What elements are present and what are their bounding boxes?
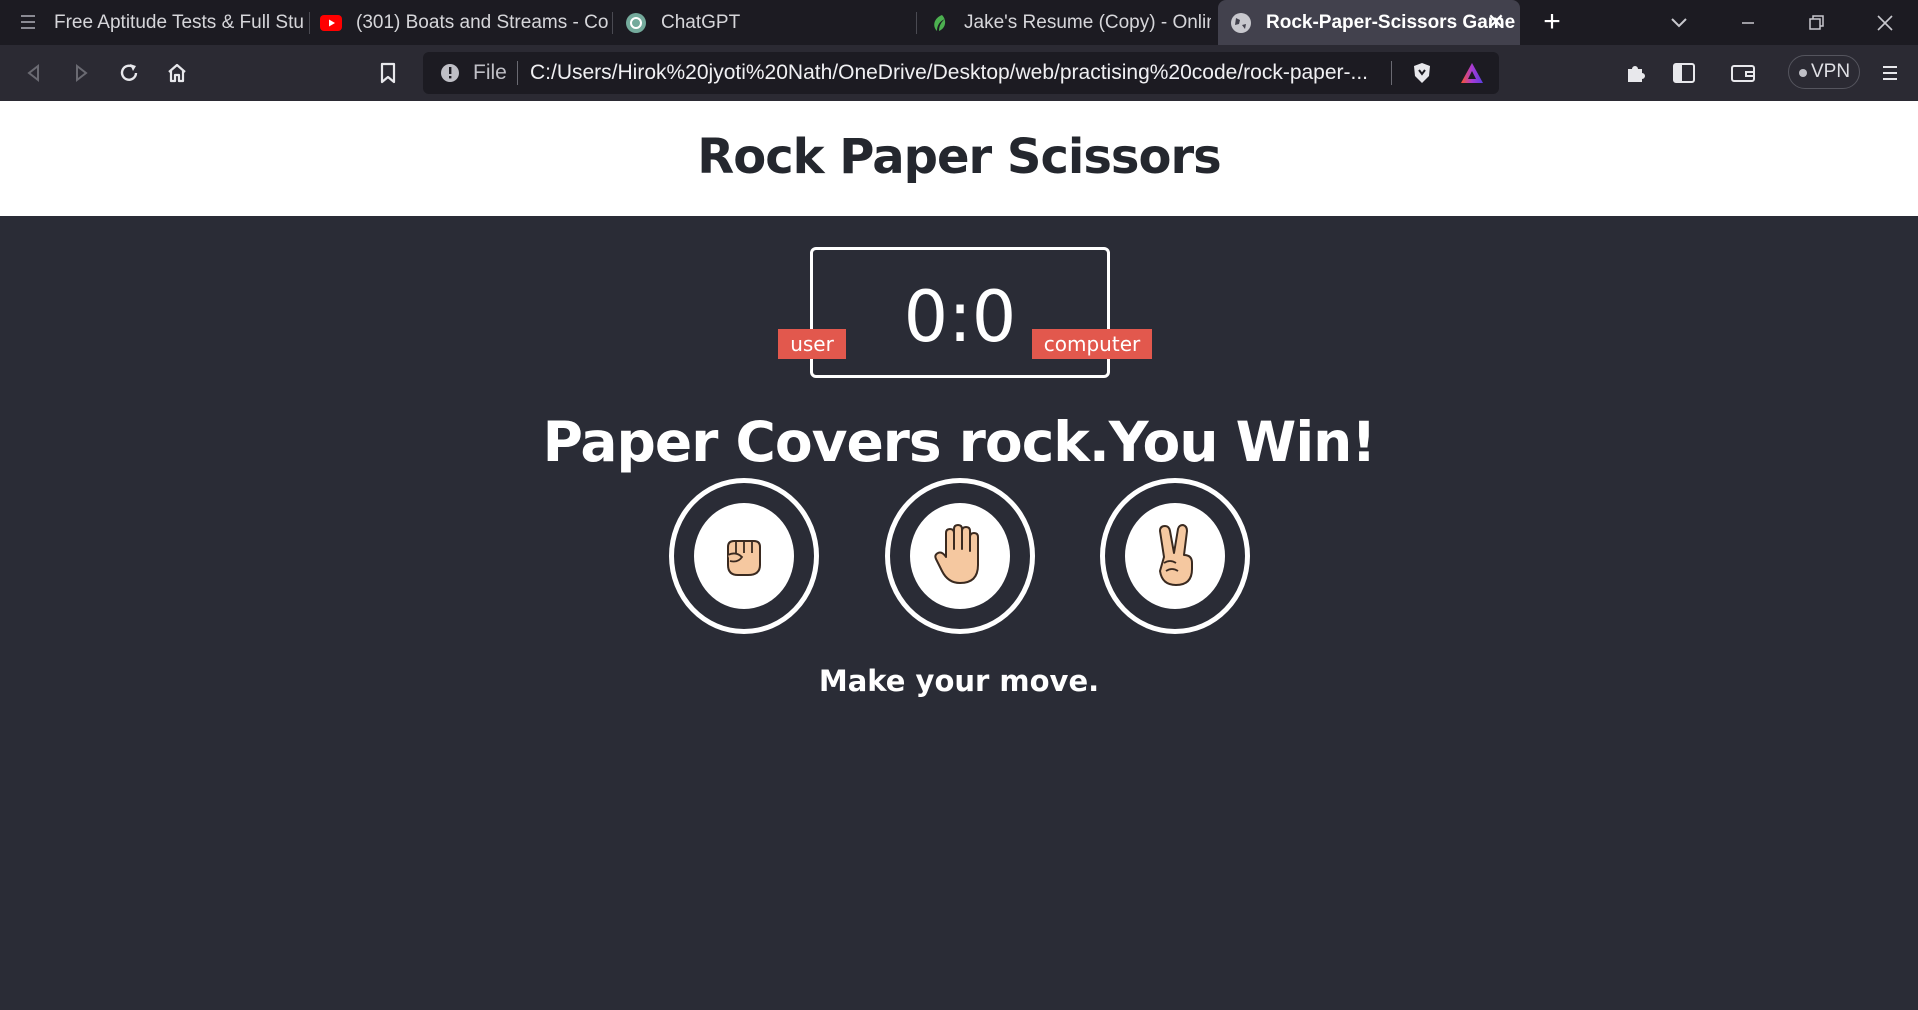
minimize-icon[interactable] xyxy=(1733,8,1763,38)
action-prompt: Make your move. xyxy=(818,664,1100,698)
scoreboard: 0:0 user computer xyxy=(778,247,1152,378)
url-text[interactable]: C:/Users/Hirok%20jyoti%20Nath/OneDrive/D… xyxy=(530,61,1410,85)
tab-label: ChatGPT xyxy=(661,11,741,33)
vpn-status-icon xyxy=(1799,69,1807,77)
result-message: Paper Covers rock.You Win! xyxy=(542,410,1377,474)
youtube-icon xyxy=(320,12,342,34)
back-icon[interactable] xyxy=(20,59,48,87)
page-header: Rock Paper Scissors xyxy=(0,101,1918,216)
bookmark-icon[interactable] xyxy=(374,59,402,87)
info-icon[interactable] xyxy=(439,62,461,84)
computer-badge: computer xyxy=(1032,329,1152,359)
restore-icon[interactable] xyxy=(1801,8,1831,38)
hamburger-menu-icon[interactable] xyxy=(1876,59,1904,87)
tab-label: Free Aptitude Tests & Full Study xyxy=(54,11,304,33)
globe-icon xyxy=(1230,12,1252,34)
url-scheme-label: File xyxy=(473,61,507,84)
tab-label: Jake's Resume (Copy) - Online xyxy=(964,11,1211,33)
victory-hand-icon xyxy=(1125,503,1225,609)
tab-youtube[interactable]: (301) Boats and Streams - Conc xyxy=(320,0,608,45)
tab-aptitude[interactable]: Free Aptitude Tests & Full Study xyxy=(54,0,304,45)
scissors-choice-button[interactable] xyxy=(1100,478,1250,634)
browser-toolbar: File C:/Users/Hirok%20jyoti%20Nath/OneDr… xyxy=(0,45,1918,101)
new-tab-button[interactable]: + xyxy=(1538,7,1566,37)
close-tab-icon[interactable]: ✕ xyxy=(1486,11,1506,33)
extensions-icon[interactable] xyxy=(1621,59,1649,87)
brave-shield-icon[interactable] xyxy=(1410,61,1434,90)
address-bar[interactable]: File C:/Users/Hirok%20jyoti%20Nath/OneDr… xyxy=(423,52,1499,94)
paper-choice-button[interactable] xyxy=(885,478,1035,634)
fist-icon xyxy=(694,503,794,609)
tab-rock-paper-scissors[interactable]: Rock-Paper-Scissors Game ✕ xyxy=(1218,0,1520,45)
vpn-label: VPN xyxy=(1811,61,1851,82)
tab-label: Rock-Paper-Scissors Game xyxy=(1266,11,1516,33)
tab-list-chevron-icon[interactable] xyxy=(1664,8,1694,38)
rock-choice-button[interactable] xyxy=(669,478,819,634)
open-hand-icon xyxy=(910,503,1010,609)
sidebar-icon[interactable] xyxy=(1670,59,1698,87)
tab-resume[interactable]: Jake's Resume (Copy) - Online xyxy=(928,0,1211,45)
tab-strip: Free Aptitude Tests & Full Study (301) B… xyxy=(0,0,1918,45)
user-badge: user xyxy=(778,329,846,359)
home-icon[interactable] xyxy=(163,59,191,87)
wallet-icon[interactable] xyxy=(1729,59,1757,87)
chatgpt-icon xyxy=(625,12,647,34)
brave-rewards-icon[interactable] xyxy=(1459,61,1485,90)
vpn-button[interactable]: VPN xyxy=(1788,55,1860,89)
overleaf-icon xyxy=(928,12,950,34)
page-title: Rock Paper Scissors xyxy=(697,129,1221,185)
forward-icon[interactable] xyxy=(67,59,95,87)
reload-icon[interactable] xyxy=(115,59,143,87)
tab-label: (301) Boats and Streams - Conc xyxy=(356,11,608,33)
tab-menu-icon[interactable] xyxy=(18,11,40,33)
window-close-icon[interactable] xyxy=(1870,8,1900,38)
game-area: 0:0 user computer Paper Covers rock.You … xyxy=(0,216,1918,1010)
tab-chatgpt[interactable]: ChatGPT xyxy=(625,0,905,45)
